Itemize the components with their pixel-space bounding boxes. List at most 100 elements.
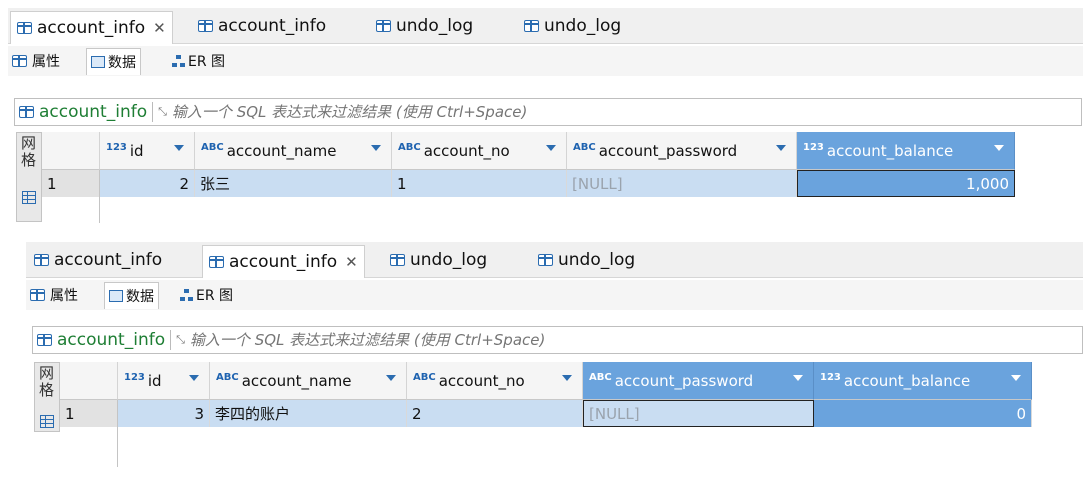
- column-name: account_password: [598, 141, 738, 160]
- subtab-label: 数据: [108, 55, 136, 71]
- column-header-account-name[interactable]: ABC account_name: [210, 362, 407, 400]
- column-header-account-balance[interactable]: 123 account_balance: [797, 132, 1015, 170]
- table-icon: [390, 254, 405, 266]
- subtab-label: 属性: [50, 288, 78, 304]
- grid-icon[interactable]: [22, 191, 36, 204]
- tab-label: account_info: [54, 250, 163, 270]
- tab-account-info-2[interactable]: account_info ✕: [202, 245, 365, 278]
- tab-account-info-1[interactable]: account_info ✕: [10, 11, 173, 44]
- cell-account-balance[interactable]: 1,000: [797, 170, 1015, 197]
- subtab-er-diagram[interactable]: ER 图: [168, 48, 229, 74]
- table-icon: [34, 254, 49, 266]
- column-header-account-password[interactable]: ABC account_password: [567, 132, 797, 170]
- column-name: account_balance: [826, 141, 954, 160]
- column-header-id[interactable]: 123 id: [100, 132, 195, 170]
- grid-sidebar[interactable]: 网格: [34, 362, 60, 432]
- tab-label: undo_log: [410, 250, 488, 270]
- cell-account-name[interactable]: 张三: [195, 170, 392, 197]
- filter-input[interactable]: [169, 102, 994, 122]
- sort-filter-icon[interactable]: [776, 145, 786, 151]
- sort-filter-icon[interactable]: [562, 375, 572, 381]
- row-number-header[interactable]: [42, 132, 100, 170]
- tab-account-info-2[interactable]: account_info: [192, 12, 332, 40]
- number-type-icon: 123: [803, 142, 824, 153]
- column-header-id[interactable]: 123 id: [118, 362, 210, 400]
- column-header-account-no[interactable]: ABC account_no: [407, 362, 583, 400]
- subtab-label: 属性: [32, 54, 60, 70]
- cell-account-password[interactable]: [NULL]: [567, 170, 797, 197]
- column-name: account_name: [241, 371, 352, 390]
- column-name: account_balance: [843, 371, 971, 390]
- subtab-properties[interactable]: 属性: [8, 48, 64, 74]
- filter-bar: account_info ⤡: [14, 98, 1082, 126]
- column-name: account_name: [226, 141, 337, 160]
- grid-sidebar[interactable]: 网格: [16, 132, 42, 222]
- sort-filter-icon[interactable]: [994, 145, 1004, 151]
- table-icon: [37, 334, 52, 346]
- filter-table-name[interactable]: account_info: [15, 102, 147, 122]
- row-number-header[interactable]: [60, 362, 118, 400]
- grid-icon[interactable]: [40, 415, 54, 428]
- tab-label: undo_log: [396, 16, 474, 36]
- subtab-data[interactable]: 数据: [86, 48, 141, 75]
- tab-label: account_info: [229, 252, 338, 272]
- subtab-properties[interactable]: 属性: [26, 282, 82, 308]
- close-icon[interactable]: ✕: [345, 253, 358, 271]
- table-icon: [17, 22, 32, 34]
- editor-subtabs: 属性 数据 ER 图: [26, 280, 1083, 310]
- sort-filter-icon[interactable]: [371, 145, 381, 151]
- table-icon: [376, 20, 391, 32]
- row-number[interactable]: 1: [42, 170, 100, 197]
- er-diagram-icon: [172, 55, 186, 67]
- column-header-account-balance[interactable]: 123 account_balance: [814, 362, 1032, 400]
- filter-table-label: account_info: [39, 102, 148, 122]
- tab-account-info-1[interactable]: account_info: [28, 246, 168, 274]
- sort-filter-icon[interactable]: [1011, 375, 1021, 381]
- separator: [170, 330, 172, 350]
- expand-icon[interactable]: ⤡: [176, 333, 185, 347]
- text-type-icon: ABC: [398, 142, 421, 153]
- row-number[interactable]: 1: [60, 400, 118, 427]
- tab-label: undo_log: [544, 16, 622, 36]
- sort-filter-icon[interactable]: [386, 375, 396, 381]
- tab-undo-log-1[interactable]: undo_log: [370, 12, 479, 40]
- editor-panel-top: account_info ✕ account_info undo_log und…: [8, 8, 1083, 228]
- close-icon[interactable]: ✕: [153, 19, 166, 37]
- table-icon: [198, 20, 213, 32]
- tab-undo-log-2[interactable]: undo_log: [532, 246, 641, 274]
- cell-account-no[interactable]: 2: [407, 400, 583, 427]
- filter-table-name[interactable]: account_info: [33, 330, 165, 350]
- table-icon: [12, 55, 27, 67]
- tab-undo-log-2[interactable]: undo_log: [518, 12, 627, 40]
- subtab-label: ER 图: [196, 288, 234, 304]
- cell-id[interactable]: 2: [100, 170, 195, 197]
- number-type-icon: 123: [106, 142, 127, 153]
- cell-account-no[interactable]: 1: [392, 170, 567, 197]
- filter-input[interactable]: [187, 330, 1012, 350]
- sort-filter-icon[interactable]: [189, 375, 199, 381]
- expand-icon[interactable]: ⤡: [158, 105, 167, 119]
- sort-filter-icon[interactable]: [546, 145, 556, 151]
- table-icon: [209, 256, 224, 268]
- table-icon: [538, 254, 553, 266]
- column-header-account-password[interactable]: ABC account_password: [583, 362, 814, 400]
- subtab-er-diagram[interactable]: ER 图: [176, 282, 237, 308]
- empty-row-area: [60, 427, 118, 467]
- tab-label: account_info: [37, 18, 146, 38]
- separator: [152, 102, 154, 122]
- column-header-account-name[interactable]: ABC account_name: [195, 132, 392, 170]
- subtab-label: ER 图: [188, 54, 226, 70]
- tab-undo-log-1[interactable]: undo_log: [384, 246, 493, 274]
- cell-account-password[interactable]: [NULL]: [583, 400, 814, 427]
- column-header-account-no[interactable]: ABC account_no: [392, 132, 567, 170]
- data-icon: [109, 290, 123, 302]
- cell-account-balance[interactable]: 0: [814, 400, 1032, 427]
- subtab-data[interactable]: 数据: [104, 282, 159, 309]
- sort-filter-icon[interactable]: [793, 375, 803, 381]
- editor-subtabs: 属性 数据 ER 图: [8, 46, 1083, 76]
- editor-panel-bottom: account_info account_info ✕ undo_log und…: [26, 242, 1083, 485]
- cell-account-name[interactable]: 李四的账户: [210, 400, 407, 427]
- cell-id[interactable]: 3: [118, 400, 210, 427]
- sort-filter-icon[interactable]: [174, 145, 184, 151]
- filter-table-label: account_info: [57, 330, 166, 350]
